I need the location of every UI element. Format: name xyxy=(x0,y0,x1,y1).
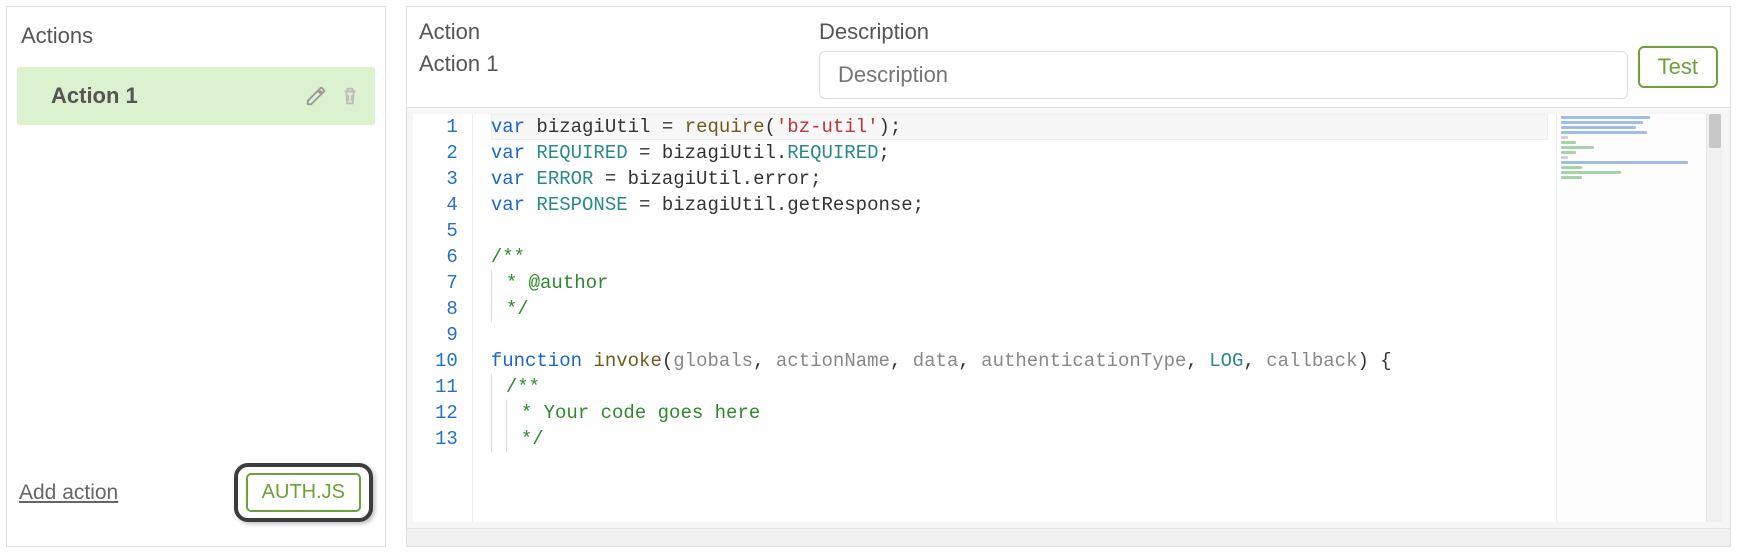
add-action-link[interactable]: Add action xyxy=(19,481,118,505)
sidebar-heading: Actions xyxy=(7,7,385,59)
delete-icon[interactable] xyxy=(339,85,361,107)
code-editor[interactable]: 12345678910111213 var bizagiUtil = requi… xyxy=(413,114,1722,522)
scrollbar-thumb[interactable] xyxy=(1709,114,1721,148)
line-number-gutter: 12345678910111213 xyxy=(413,114,473,522)
action-label: Action xyxy=(419,19,809,45)
action-item[interactable]: Action 1 xyxy=(17,67,375,125)
description-input[interactable] xyxy=(819,51,1628,99)
edit-icon[interactable] xyxy=(305,85,327,107)
code-editor-wrap: 12345678910111213 var bizagiUtil = requi… xyxy=(407,107,1730,528)
authjs-button[interactable]: AUTH.JS xyxy=(246,473,361,512)
action-list: Action 1 xyxy=(7,59,385,449)
vertical-scrollbar[interactable] xyxy=(1706,114,1722,522)
description-label: Description xyxy=(819,19,1628,45)
actions-sidebar: Actions Action 1 xyxy=(6,6,386,547)
action-item-label: Action 1 xyxy=(31,83,138,109)
sidebar-footer: Add action AUTH.JS xyxy=(7,449,385,546)
authjs-callout: AUTH.JS xyxy=(234,463,373,522)
code-content[interactable]: var bizagiUtil = require('bz-util');var … xyxy=(473,114,1556,522)
editor-bottom-strip xyxy=(407,528,1730,546)
test-button[interactable]: Test xyxy=(1638,46,1718,88)
editor-header: Action Action 1 Description Test xyxy=(407,7,1730,107)
code-minimap[interactable] xyxy=(1556,114,1706,522)
editor-pane: Action Action 1 Description Test 1234567… xyxy=(406,6,1731,547)
action-name: Action 1 xyxy=(419,51,809,77)
